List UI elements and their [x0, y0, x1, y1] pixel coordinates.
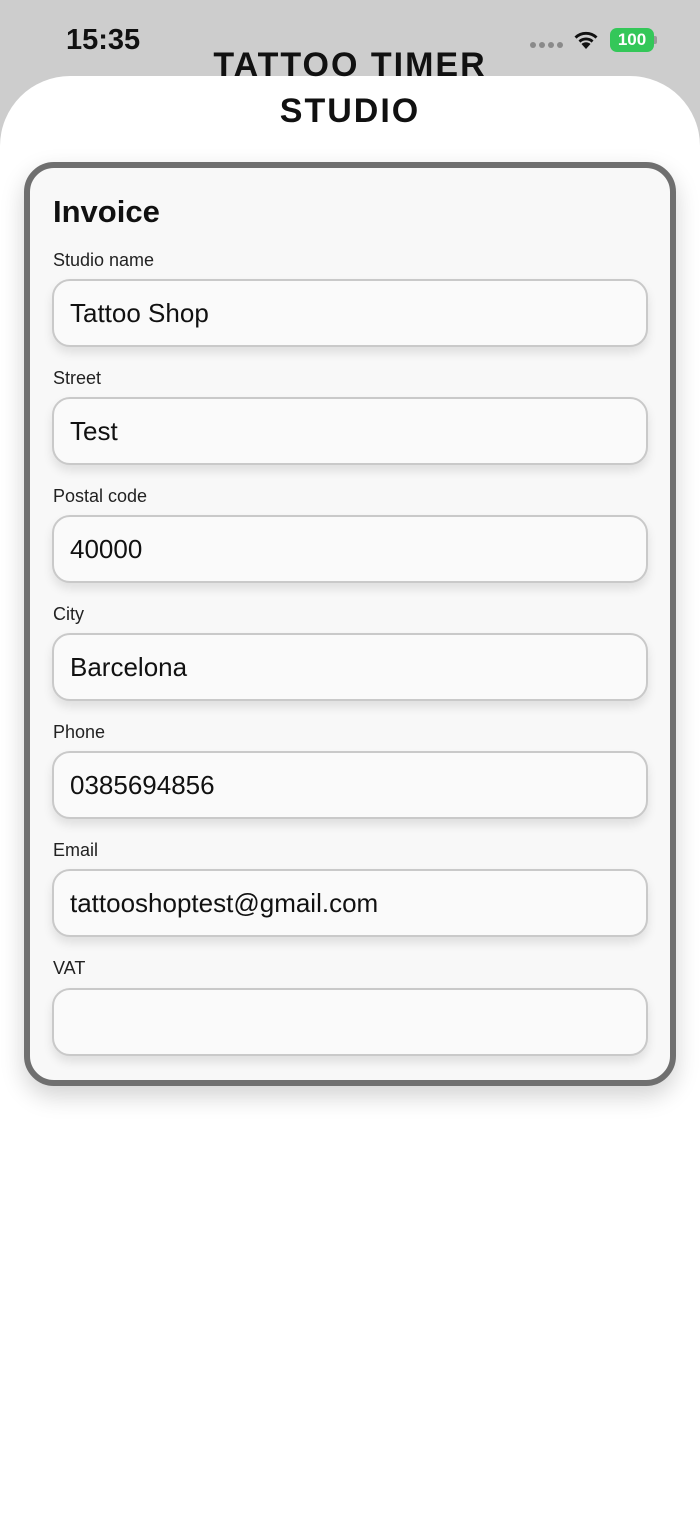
email-label: Email — [53, 840, 99, 860]
studio-name-input[interactable] — [52, 279, 648, 347]
invoice-title: Invoice — [53, 194, 160, 229]
vat-input[interactable] — [52, 988, 648, 1056]
street-label: Street — [53, 368, 102, 388]
city-label: City — [53, 604, 84, 624]
invoice-card: Invoice Studio name Street Postal code C… — [24, 162, 676, 1086]
vat-label: VAT — [53, 958, 86, 978]
postal-code-label: Postal code — [53, 486, 148, 506]
app-title: TATTOO TIMER STUDIO — [0, 42, 700, 134]
studio-name-label: Studio name — [53, 250, 155, 270]
app-title-line1: TATTOO TIMER — [213, 46, 487, 84]
postal-code-input[interactable] — [52, 515, 648, 583]
phone-label: Phone — [53, 722, 106, 742]
app-title-line2: STUDIO — [279, 92, 421, 130]
phone-input[interactable] — [52, 751, 648, 819]
city-input[interactable] — [52, 633, 648, 701]
street-input[interactable] — [52, 397, 648, 465]
email-input[interactable] — [52, 869, 648, 937]
